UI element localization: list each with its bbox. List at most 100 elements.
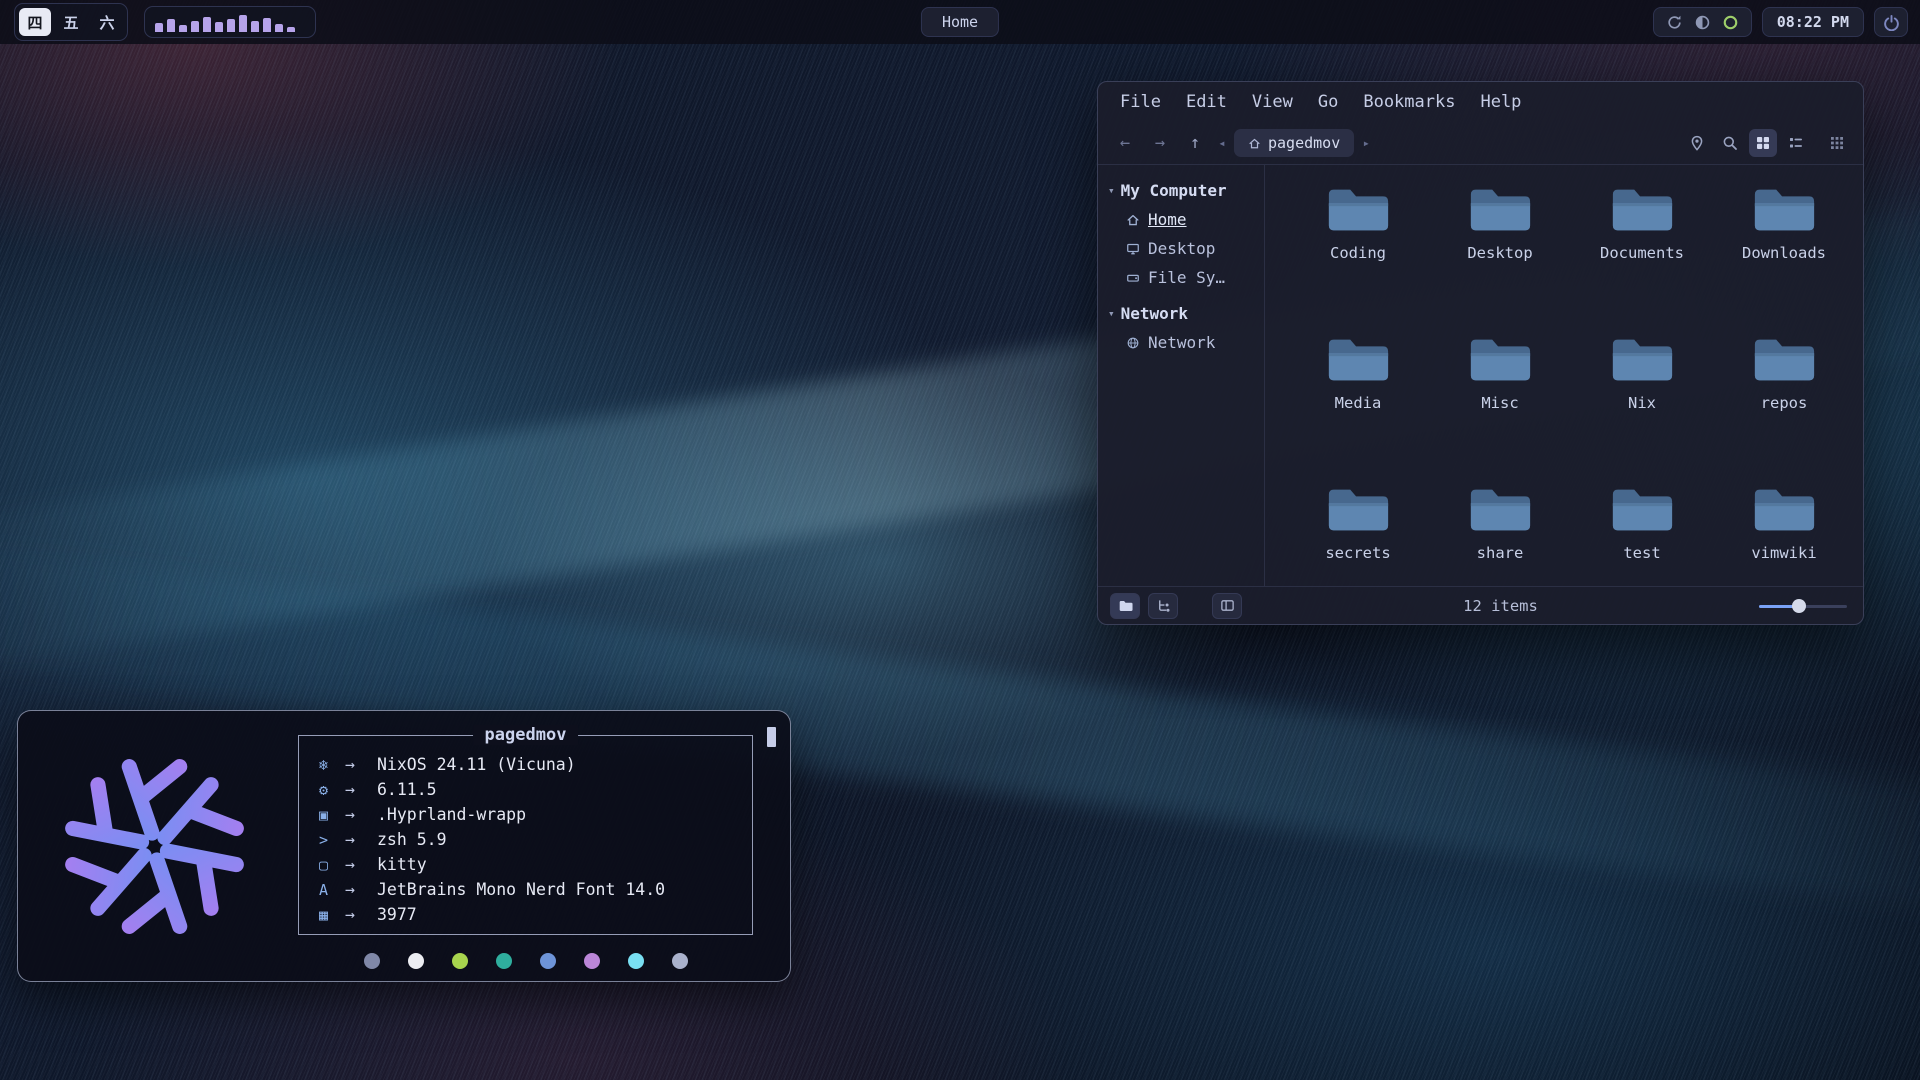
home-icon <box>1248 137 1261 150</box>
compact-view-button[interactable] <box>1823 129 1851 157</box>
menu-edit[interactable]: Edit <box>1186 92 1227 112</box>
nix-snowflake-icon: ❄ <box>319 756 345 774</box>
recorder-ring-icon[interactable] <box>1722 14 1739 31</box>
window-body: ▾ My Computer Home Desktop File Sy… ▾ Ne… <box>1098 164 1863 586</box>
back-button[interactable]: ← <box>1110 133 1140 153</box>
sidebar-item-filesystem[interactable]: File Sy… <box>1108 263 1258 292</box>
sidebar-section-my-computer[interactable]: ▾ My Computer <box>1108 181 1258 200</box>
kernel-value: 6.11.5 <box>377 780 437 799</box>
folder-item[interactable]: Desktop <box>1434 183 1566 262</box>
font-icon: A <box>319 881 345 899</box>
sidebar-item-label: Desktop <box>1148 239 1215 258</box>
section-label: Network <box>1121 304 1188 323</box>
visualizer-bar <box>203 17 211 32</box>
folder-label: Media <box>1335 394 1382 412</box>
breadcrumb-path-button[interactable]: pagedmov <box>1234 129 1354 157</box>
os-value: NixOS 24.11 (Vicuna) <box>377 755 576 774</box>
tree-icon <box>1156 598 1171 613</box>
folder-item[interactable]: Nix <box>1576 333 1708 412</box>
arrow-glyph: → <box>345 805 377 824</box>
folder-icon <box>1325 183 1391 237</box>
location-button[interactable] <box>1683 129 1711 157</box>
menu-view[interactable]: View <box>1252 92 1293 112</box>
up-button[interactable]: ↑ <box>1180 133 1210 153</box>
font-value: JetBrains Mono Nerd Font 14.0 <box>377 880 665 899</box>
packages-value: 3977 <box>377 905 417 924</box>
workspace-button-3[interactable]: 六 <box>91 8 123 36</box>
terminal-cursor <box>767 727 776 747</box>
sidebar-item-desktop[interactable]: Desktop <box>1108 234 1258 263</box>
workspace-button-1[interactable]: 四 <box>19 8 51 36</box>
system-tray <box>1653 7 1752 37</box>
terminal-app-icon: ▢ <box>319 856 345 874</box>
file-grid: Coding Desktop Documents Downloads Media… <box>1265 165 1863 586</box>
visualizer-bar <box>191 21 199 32</box>
folder-label: Downloads <box>1742 244 1826 262</box>
folder-item[interactable]: vimwiki <box>1718 483 1850 562</box>
path-prev-chevron-icon[interactable]: ◂ <box>1215 136 1229 150</box>
folder-item[interactable]: secrets <box>1292 483 1424 562</box>
visualizer-bar <box>227 19 235 32</box>
sync-icon[interactable] <box>1666 14 1683 31</box>
menu-go[interactable]: Go <box>1318 92 1338 112</box>
visualizer-bar <box>155 23 163 32</box>
folder-item[interactable]: test <box>1576 483 1708 562</box>
folder-item[interactable]: Downloads <box>1718 183 1850 262</box>
folder-label: Misc <box>1481 394 1518 412</box>
folder-label: test <box>1623 544 1660 562</box>
active-window-title[interactable]: Home <box>921 7 999 37</box>
zoom-slider[interactable] <box>1759 593 1847 619</box>
nightlight-icon[interactable] <box>1694 14 1711 31</box>
folder-label: repos <box>1761 394 1808 412</box>
search-icon <box>1722 135 1738 151</box>
folder-item[interactable]: share <box>1434 483 1566 562</box>
tree-view-button[interactable] <box>1148 593 1178 619</box>
palette-dot <box>408 953 424 969</box>
tray-cluster: 08:22 PM <box>1653 7 1908 37</box>
folder-icon <box>1467 183 1533 237</box>
palette-dot <box>540 953 556 969</box>
folder-icon <box>1609 333 1675 387</box>
list-view-button[interactable] <box>1782 129 1810 157</box>
sidebar-item-label: Home <box>1148 210 1187 229</box>
folder-item[interactable]: Coding <box>1292 183 1424 262</box>
search-button[interactable] <box>1716 129 1744 157</box>
palette-dot <box>452 953 468 969</box>
folder-icon <box>1467 333 1533 387</box>
folder-icon <box>1751 183 1817 237</box>
fetch-row-font: A → JetBrains Mono Nerd Font 14.0 <box>319 877 752 902</box>
terminal-window[interactable]: pagedmov ❄ → NixOS 24.11 (Vicuna) ⚙ → 6.… <box>17 710 791 982</box>
slider-handle[interactable] <box>1792 599 1806 613</box>
path-next-chevron-icon[interactable]: ▸ <box>1359 136 1373 150</box>
menu-help[interactable]: Help <box>1480 92 1521 112</box>
power-icon <box>1883 14 1900 31</box>
grid-view-icon <box>1755 135 1771 151</box>
arrow-glyph: → <box>345 780 377 799</box>
shell-value: zsh 5.9 <box>377 830 447 849</box>
forward-button[interactable]: → <box>1145 133 1175 153</box>
section-label: My Computer <box>1121 181 1227 200</box>
sidebar-item-home[interactable]: Home <box>1108 205 1258 234</box>
show-folders-button[interactable] <box>1110 593 1140 619</box>
power-button[interactable] <box>1874 7 1908 37</box>
fetch-row-shell: > → zsh 5.9 <box>319 827 752 852</box>
arrow-glyph: → <box>345 830 377 849</box>
menu-bookmarks[interactable]: Bookmarks <box>1363 92 1455 112</box>
side-panel-toggle-button[interactable] <box>1212 593 1242 619</box>
icon-view-button[interactable] <box>1749 129 1777 157</box>
palette-dot <box>364 953 380 969</box>
sidebar-section-network[interactable]: ▾ Network <box>1108 304 1258 323</box>
folder-item[interactable]: Documents <box>1576 183 1708 262</box>
folder-icon <box>1751 333 1817 387</box>
terminal-value: kitty <box>377 855 427 874</box>
folder-item[interactable]: Media <box>1292 333 1424 412</box>
workspace-button-2[interactable]: 五 <box>55 8 87 36</box>
menu-file[interactable]: File <box>1120 92 1161 112</box>
folder-item[interactable]: Misc <box>1434 333 1566 412</box>
sidebar-item-network[interactable]: Network <box>1108 328 1258 357</box>
sidebar: ▾ My Computer Home Desktop File Sy… ▾ Ne… <box>1098 165 1265 586</box>
visualizer-bar <box>239 15 247 32</box>
palette-dot <box>628 953 644 969</box>
folder-item[interactable]: repos <box>1718 333 1850 412</box>
clock[interactable]: 08:22 PM <box>1762 7 1864 37</box>
